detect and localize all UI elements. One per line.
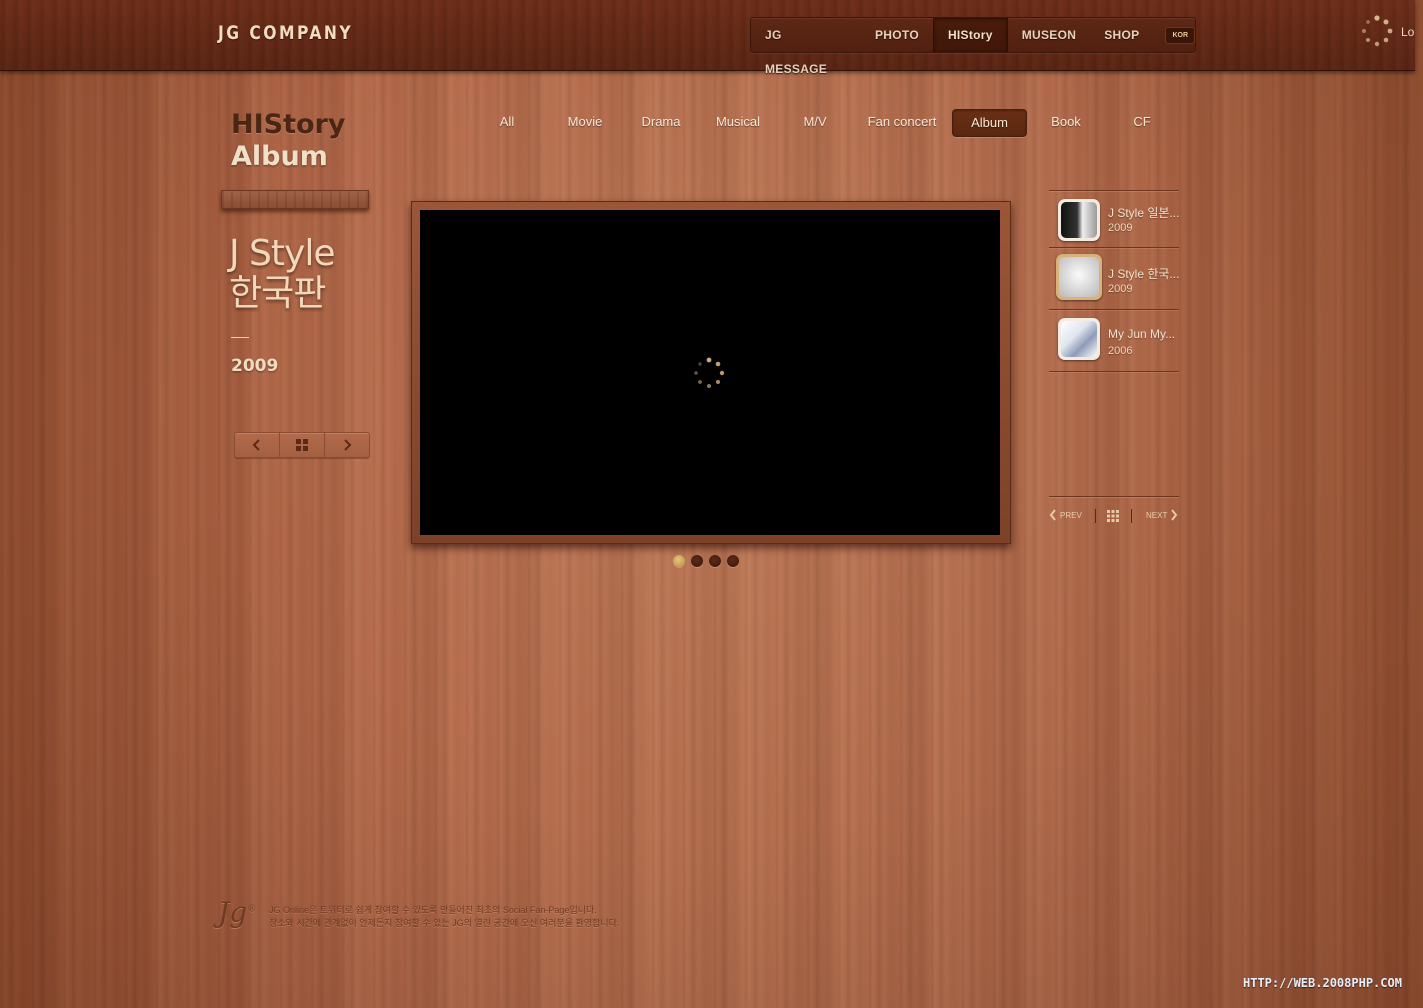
album-list-item[interactable]: My Jun My... 2006 — [1049, 310, 1179, 372]
list-next-button[interactable]: NEXT — [1146, 509, 1178, 521]
album-list-year: 2009 — [1108, 222, 1133, 234]
site-logo[interactable]: JG COMPANY — [218, 22, 353, 44]
category-album[interactable]: Album — [952, 109, 1027, 137]
album-year: 2009 — [231, 356, 279, 376]
footer-text: JG Online은 트위터로 쉽게 참여할 수 있도록 만들어진 최초의 So… — [269, 904, 619, 930]
slide-indicator — [673, 555, 739, 567]
album-grid-button[interactable] — [280, 433, 325, 457]
list-next-label: NEXT — [1146, 510, 1168, 520]
list-divider — [1049, 496, 1179, 497]
chevron-right-icon — [1171, 509, 1178, 521]
footer-line2: 장소와 시간에 관계없이 언제든지 참여할 수 있는 JG의 열린 공간에 오신… — [269, 918, 620, 928]
slide-dot-1[interactable] — [673, 555, 685, 567]
category-musical[interactable]: Musical — [706, 109, 770, 135]
section-title-line2: Album — [231, 141, 328, 172]
next-album-button[interactable] — [325, 433, 369, 457]
album-list-year: 2006 — [1108, 345, 1133, 357]
list-prev-button[interactable]: PREV — [1049, 509, 1082, 521]
album-list-title: J Style 한국... — [1108, 267, 1180, 281]
nav-item-photo[interactable]: PHOTO — [861, 18, 933, 52]
top-bar: JG COMPANY JG MESSAGE PHOTO HIStory MUSE… — [0, 0, 1415, 76]
album-viewer-frame — [411, 201, 1011, 544]
category-all[interactable]: All — [476, 109, 538, 135]
nav-item-jg-message[interactable]: JG MESSAGE — [751, 18, 861, 76]
nav-separator — [1095, 509, 1096, 523]
album-list-year: 2009 — [1108, 283, 1133, 295]
slide-dot-3[interactable] — [709, 555, 721, 567]
album-pager — [234, 432, 370, 458]
footer-logo: Jg® — [218, 896, 257, 929]
grid-icon — [296, 439, 308, 451]
loading-text: Lo — [1401, 25, 1415, 39]
category-cf[interactable]: CF — [1111, 109, 1173, 135]
category-tabs: All Movie Drama Musical M/V Fan concert … — [0, 109, 1423, 137]
album-thumbnail — [1058, 199, 1100, 241]
previous-album-button[interactable] — [235, 433, 280, 457]
album-title-line2: 한국판 — [229, 273, 326, 314]
album-list-title: My Jun My... — [1108, 327, 1176, 341]
watermark: HTTP://WEB.2008PHP.COM — [1243, 976, 1402, 990]
nav-item-museon[interactable]: MUSEON — [1008, 18, 1090, 52]
title-dash — [231, 337, 249, 338]
loading-spinner-icon — [694, 357, 725, 388]
slide-dot-4[interactable] — [727, 555, 739, 567]
nav-item-history[interactable]: HIStory — [932, 18, 1008, 52]
chevron-left-icon — [1049, 509, 1056, 521]
footer-logo-text: Jg — [218, 896, 248, 929]
album-viewer[interactable] — [420, 210, 1000, 535]
album-title-line1: J Style — [229, 233, 335, 274]
footer-line1: JG Online은 트위터로 쉽게 참여할 수 있도록 만들어진 최초의 So… — [269, 905, 597, 915]
category-drama[interactable]: Drama — [630, 109, 692, 135]
list-pagination: PREV NEXT — [1049, 509, 1181, 525]
category-mv[interactable]: M/V — [784, 109, 846, 135]
wood-plank-divider — [221, 190, 369, 209]
album-list-item[interactable]: J Style 일본... 2009 — [1049, 191, 1179, 248]
main-nav: JG MESSAGE PHOTO HIStory MUSEON SHOP KOR — [750, 17, 1196, 76]
album-list-item[interactable]: J Style 한국... 2009 — [1049, 248, 1179, 310]
chevron-left-icon — [252, 439, 260, 451]
category-movie[interactable]: Movie — [554, 109, 616, 135]
album-title: J Style 한국판 — [229, 233, 335, 314]
nav-item-shop[interactable]: SHOP — [1090, 18, 1153, 52]
album-thumbnail — [1056, 254, 1102, 300]
album-list-title: J Style 일본... — [1108, 206, 1180, 220]
language-badge[interactable]: KOR — [1165, 26, 1195, 44]
nav-separator — [1131, 509, 1132, 523]
list-prev-label: PREV — [1060, 510, 1082, 520]
category-fan-concert[interactable]: Fan concert — [860, 109, 944, 135]
grid-icon[interactable] — [1107, 510, 1119, 522]
slide-dot-2[interactable] — [691, 555, 703, 567]
album-thumbnail — [1058, 318, 1100, 360]
category-book[interactable]: Book — [1035, 109, 1097, 135]
loading-spinner-icon — [1362, 15, 1393, 47]
chevron-right-icon — [344, 439, 352, 451]
